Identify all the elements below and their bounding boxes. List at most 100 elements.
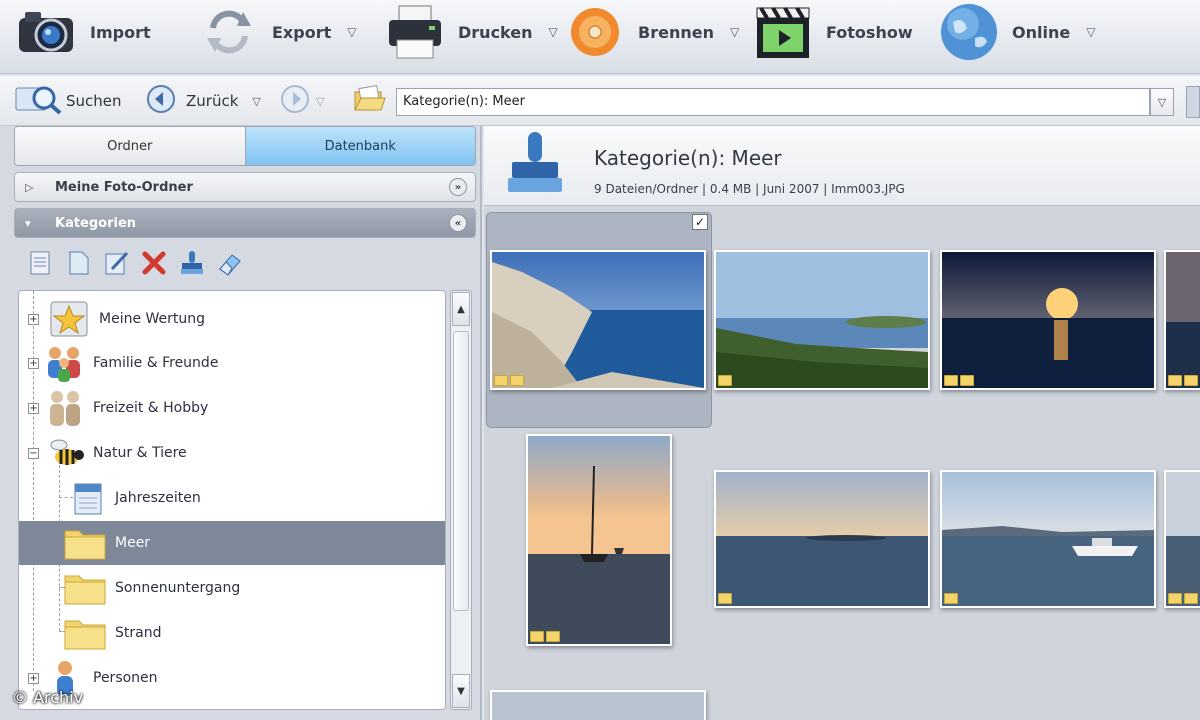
folder-badge-icon [944,375,974,386]
thumbnail-coast-cliffs[interactable] [490,250,706,390]
edit-category-icon[interactable] [100,247,132,279]
online-menu-arrow[interactable]: ▽ [1086,25,1095,39]
online-label: Online [1012,22,1071,42]
view-mode-tabs: Ordner Datenbank [14,126,476,166]
slideshow-button[interactable]: Fotoshow [750,0,913,64]
eraser-icon[interactable] [214,247,246,279]
thumbnail-calm-bay[interactable] [714,470,930,608]
assign-stamp-icon[interactable] [176,247,208,279]
folder-badge-icon [944,593,958,604]
tree-item-meer[interactable]: Meer [19,521,445,565]
section-my-photo-folders[interactable]: ▷ Meine Foto-Ordner » [14,172,476,202]
print-button[interactable]: Drucken ▽ [382,0,558,64]
extra-toolbar-button[interactable] [1186,86,1200,118]
new-subcategory-icon[interactable] [62,247,94,279]
figures-icon [43,388,87,428]
export-button[interactable]: Export ▽ [196,0,356,64]
scroll-thumb[interactable] [453,331,469,611]
section-label: Meine Foto-Ordner [55,179,193,195]
export-menu-arrow[interactable]: ▽ [347,25,356,39]
section-categories[interactable]: ▾ Kategorien « [14,208,476,238]
tree-item-label: Jahreszeiten [115,490,201,506]
section-expand-button[interactable]: » [449,178,467,196]
page-title: Kategorie(n): Meer [594,146,782,170]
new-category-icon[interactable] [24,247,56,279]
category-tools [24,246,246,280]
open-folder-icon [352,84,386,118]
bee-icon [43,433,87,473]
back-button[interactable]: Zurück ▽ [146,84,261,118]
forward-button[interactable]: ▽ [280,84,324,118]
section-collapse-button[interactable]: « [449,214,467,232]
collapse-toggle[interactable]: − [28,447,39,459]
scroll-up-button[interactable]: ▲ [452,292,470,326]
scroll-down-button[interactable]: ▼ [452,674,470,708]
tree-item-sonnenuntergang[interactable]: Sonnenuntergang [19,566,445,610]
stamp-icon [500,130,570,202]
expand-toggle[interactable]: + [28,672,39,684]
print-menu-arrow[interactable]: ▽ [549,25,558,39]
search-button[interactable]: Suchen [14,84,122,118]
tree-item-jahreszeiten[interactable]: Jahreszeiten [19,476,445,520]
tab-database[interactable]: Datenbank [245,127,475,165]
folder-badge-icon [530,631,560,642]
content-panel: Kategorie(n): Meer 9 Dateien/Ordner | 0.… [484,126,1200,720]
main-toolbar: Import Export ▽ Drucken ▽ Brennen ▽ Foto… [0,0,1200,74]
selection-checkbox[interactable]: ✓ [692,214,708,230]
expand-toggle[interactable]: + [28,357,39,369]
thumbnail-sunset-sea[interactable] [940,250,1156,390]
delete-category-icon[interactable] [138,247,170,279]
burn-button[interactable]: Brennen ▽ [562,0,739,64]
left-panel: Ordner Datenbank ▷ Meine Foto-Ordner » ▾… [0,126,482,720]
open-folder-button[interactable] [352,84,386,118]
expand-toggle[interactable]: + [28,313,39,325]
tree-item-label: Strand [115,625,162,641]
folder-icon [63,613,107,653]
tab-folders[interactable]: Ordner [15,127,246,165]
star-icon [47,299,91,339]
calendar-icon [65,478,109,518]
tree-item-label: Meine Wertung [99,311,206,327]
folder-badge-icon [1168,375,1198,386]
burn-menu-arrow[interactable]: ▽ [730,25,739,39]
back-menu-arrow[interactable]: ▽ [252,95,260,108]
folder-icon [63,568,107,608]
address-dropdown-button[interactable]: ▽ [1150,88,1174,116]
tree-item-label: Meer [115,535,151,551]
thumbnail-green-headland[interactable] [714,250,930,390]
clapper-icon [750,2,816,62]
tree-scrollbar[interactable]: ▲ ▼ [450,290,472,710]
thumbnail-sailboat-dusk[interactable] [526,434,672,646]
navigation-bar: Suchen Zurück ▽ ▽ Kategorie(n): Meer ▽ [0,76,1200,126]
tree-item-strand[interactable]: Strand [19,611,445,655]
folder-badge-icon [718,593,732,604]
folder-badge-icon [1168,593,1198,604]
tree-item-familie-freunde[interactable]: + Familie & Freunde [19,341,445,385]
expand-toggle[interactable]: + [28,402,39,414]
disc-icon [562,2,628,62]
thumbnail-partial-3[interactable] [490,690,706,720]
tree-item-freizeit-hobby[interactable]: + Freizeit & Hobby [19,386,445,430]
tree-item-natur-tiere[interactable]: − Natur & Tiere [19,431,445,475]
import-button[interactable]: Import [14,0,151,64]
tree-item-label: Natur & Tiere [93,445,187,461]
folder-icon [63,523,107,563]
slideshow-label: Fotoshow [826,22,913,42]
address-field[interactable]: Kategorie(n): Meer [396,88,1150,116]
burn-label: Brennen [638,22,714,42]
export-label: Export [272,22,332,42]
camera-icon [14,2,80,62]
tree-item-label: Familie & Freunde [93,355,219,371]
tree-item-label: Sonnenuntergang [115,580,241,596]
tree-item-label: Freizeit & Hobby [93,400,209,416]
print-label: Drucken [458,22,533,42]
thumbnail-boat-harbor[interactable] [940,470,1156,608]
thumbnail-partial-1[interactable] [1164,250,1200,390]
expand-arrow-icon: ▷ [25,180,34,194]
online-button[interactable]: Online ▽ [936,0,1095,64]
back-label: Zurück [186,92,239,110]
search-icon [14,82,64,120]
tree-item-meine-wertung[interactable]: + Meine Wertung [19,297,445,341]
forward-menu-arrow[interactable]: ▽ [316,95,324,108]
thumbnail-partial-2[interactable] [1164,470,1200,608]
